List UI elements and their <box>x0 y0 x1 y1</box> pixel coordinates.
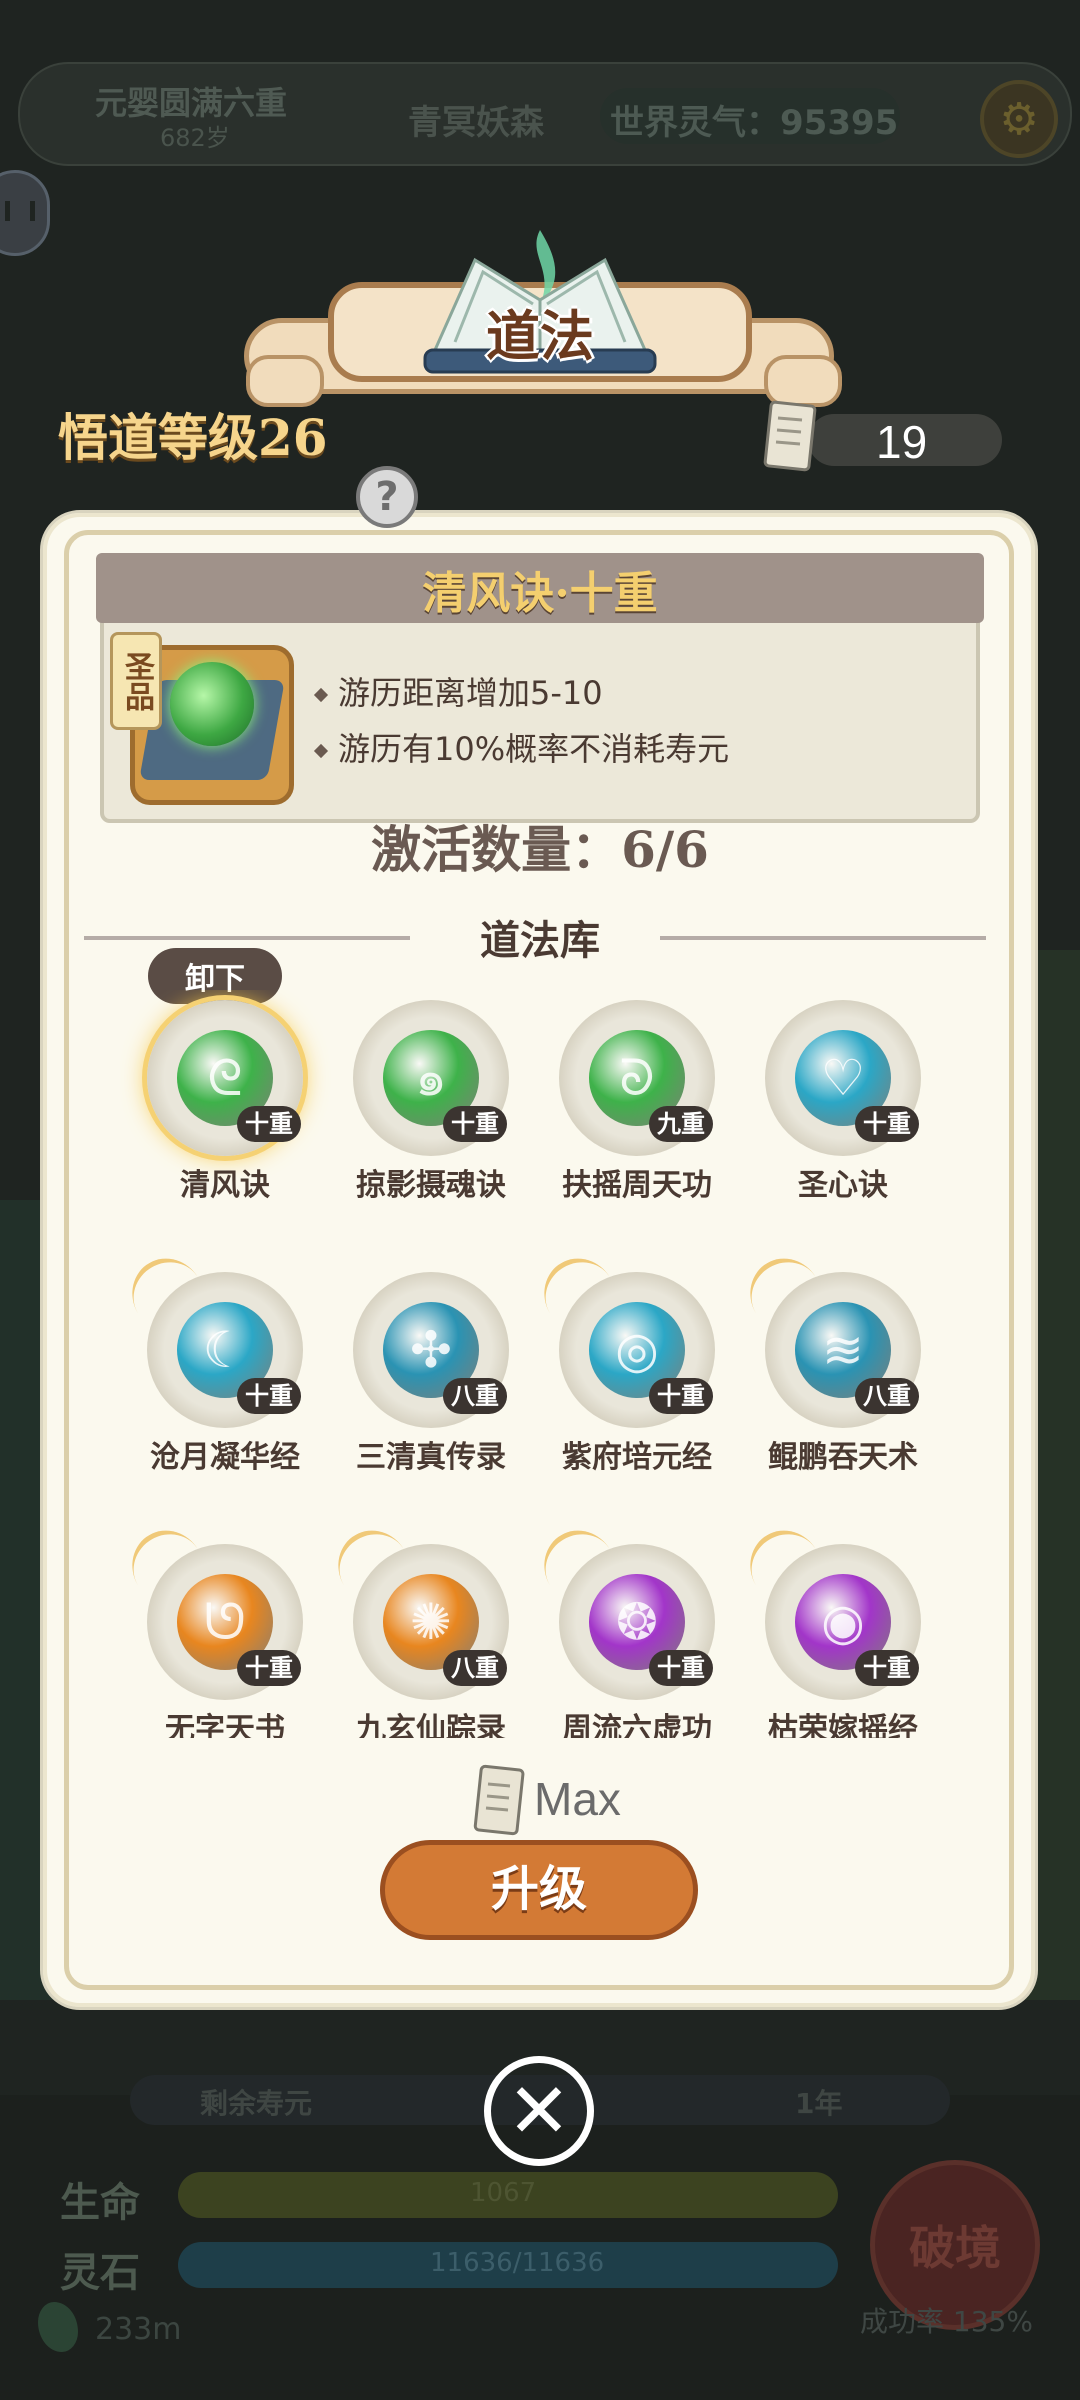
age-label: 682岁 <box>160 124 230 152</box>
divider-right <box>660 936 986 940</box>
skill-level-badge: 十重 <box>443 1106 507 1142</box>
hp-label: 生命 <box>60 2180 140 2226</box>
skill-level-badge: 十重 <box>855 1106 919 1142</box>
skill-slot[interactable]: ≋ 八重 鲲鹏吞天术 <box>736 1245 923 1475</box>
skill-level-badge: 八重 <box>443 1650 507 1686</box>
effect-text: 游历有10%概率不消耗寿元 <box>338 730 730 768</box>
skill-slot[interactable]: ♡ 十重 圣心诀 <box>743 1000 923 1203</box>
upgrade-button[interactable]: 升级 <box>380 1840 698 1940</box>
skill-slot[interactable]: ✣ 八重 三清真传录 <box>331 1272 511 1475</box>
gear-icon[interactable]: ⚙ <box>980 80 1058 158</box>
skill-level-badge: 十重 <box>237 1378 301 1414</box>
success-rate-label: 成功率 135% <box>860 2305 1033 2338</box>
skill-name: 鲲鹏吞天术 <box>768 1440 918 1475</box>
location-label: 青冥妖森 <box>408 103 544 143</box>
skill-slot[interactable]: ᘓ 十重 清风诀 <box>125 1000 305 1203</box>
skill-library-grid: ᘓ 十重 清风诀๑十重 掠影摄魂诀 ᘐ 九重 扶摇周天功 ♡ 十重 圣心诀 ☾ 十重 沧月凝华经 ✣ 八重三… <box>120 990 960 1738</box>
skill-name: 无字天书 <box>165 1712 285 1738</box>
skill-name: 清风诀 <box>180 1168 270 1203</box>
effect-line: 游历有10%概率不消耗寿元 <box>313 724 730 770</box>
hp-value: 1067 <box>470 2178 537 2208</box>
skill-detail-title: 清风诀·十重 <box>422 568 658 619</box>
effect-line: 游历距离增加5-10 <box>313 668 603 714</box>
skill-level-badge: 十重 <box>237 1106 301 1142</box>
skill-slot[interactable]: ✺ 八重 九玄仙踪录 <box>324 1517 511 1738</box>
help-button[interactable]: ? <box>356 466 418 528</box>
divider-left <box>84 936 410 940</box>
skill-slot[interactable]: ☾ 十重 沧月凝华经 <box>120 1245 305 1475</box>
skill-level-badge: 九重 <box>649 1106 713 1142</box>
effect-text: 游历距离增加5-10 <box>338 674 603 712</box>
skill-slot[interactable]: ๑十重 掠影摄魂诀 <box>331 1000 511 1203</box>
library-title: 道法库 <box>480 918 600 964</box>
activation-count: 激活数量：6/6 <box>371 820 709 879</box>
skill-level-badge: 十重 <box>237 1650 301 1686</box>
skill-level-badge: 八重 <box>855 1378 919 1414</box>
world-qi-label: 世界灵气：95395 <box>610 103 899 143</box>
max-label: Max <box>534 1773 621 1825</box>
skill-name: 九玄仙踪录 <box>356 1712 506 1738</box>
chat-icon[interactable] <box>0 170 50 256</box>
skill-name: 紫府培元经 <box>562 1440 712 1475</box>
scroll-icon <box>473 1764 525 1836</box>
spirit-stone-value: 11636/11636 <box>430 2248 605 2278</box>
skill-slot[interactable]: ◎ 十重 紫府培元经 <box>530 1245 717 1475</box>
scroll-count: 19 <box>876 416 928 468</box>
skill-name: 掠影摄魂诀 <box>356 1168 506 1203</box>
skill-slot[interactable]: ᘐ 九重 扶摇周天功 <box>537 1000 717 1203</box>
skill-level-badge: 十重 <box>649 1378 713 1414</box>
skill-level-badge: 八重 <box>443 1378 507 1414</box>
skill-name: 圣心诀 <box>798 1168 888 1203</box>
spirit-stone-label: 灵石 <box>60 2250 140 2296</box>
skill-name: 三清真传录 <box>356 1440 506 1475</box>
remaining-life-value: 1年 <box>795 2087 843 2120</box>
skill-slot[interactable]: ◉ 十重 枯荣嫁摇经 <box>736 1517 923 1738</box>
skill-level-badge: 十重 <box>855 1650 919 1686</box>
wind-orb-icon <box>170 662 254 746</box>
skill-slot[interactable]: ❂ 十重 周流六虚功 <box>530 1517 717 1738</box>
scroll-icon <box>763 400 817 472</box>
skill-name: 枯荣嫁摇经 <box>768 1712 918 1738</box>
skill-level-badge: 十重 <box>649 1650 713 1686</box>
skill-name: 周流六虚功 <box>562 1712 712 1738</box>
skill-name: 沧月凝华经 <box>150 1440 300 1475</box>
close-icon[interactable]: ✕ <box>484 2056 594 2166</box>
remaining-life-label: 剩余寿元 <box>200 2087 313 2120</box>
distance-value: 233m <box>95 2312 182 2347</box>
grade-badge: 圣品 <box>110 632 162 730</box>
skill-name: 扶摇周天功 <box>562 1168 712 1203</box>
comprehension-level: 悟道等级26 <box>58 408 328 467</box>
panel-title: 道法 <box>486 305 594 368</box>
skill-slot[interactable]: ᘎ 十重 无字天书 <box>120 1517 305 1738</box>
